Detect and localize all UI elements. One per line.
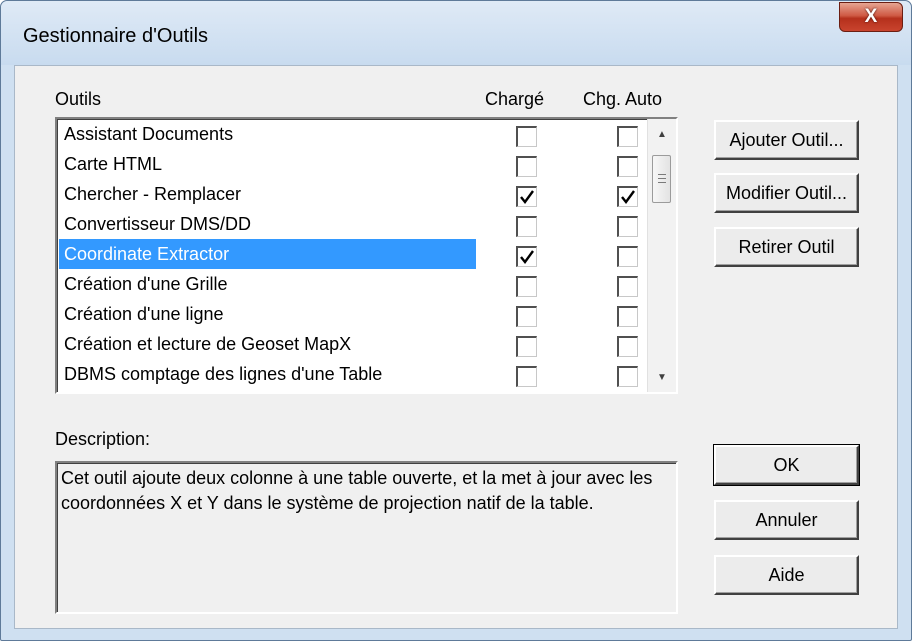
autoload-checkbox[interactable] bbox=[617, 186, 638, 207]
tool-row[interactable]: Chercher - Remplacer bbox=[59, 179, 659, 209]
ok-button[interactable]: OK bbox=[713, 444, 860, 486]
help-button[interactable]: Aide bbox=[714, 555, 859, 595]
tool-name: Création d'une ligne bbox=[64, 304, 224, 324]
tool-name: Création d'une Grille bbox=[64, 274, 228, 294]
tool-name: Carte HTML bbox=[64, 154, 163, 174]
description-label: Description: bbox=[55, 429, 151, 449]
autoload-checkbox[interactable] bbox=[617, 336, 638, 357]
close-button[interactable]: X bbox=[839, 2, 903, 32]
loaded-checkbox[interactable] bbox=[516, 306, 537, 327]
tool-row[interactable]: Création et lecture de Geoset MapX bbox=[59, 329, 659, 359]
modify-tool-button[interactable]: Modifier Outil... bbox=[714, 173, 859, 213]
autoload-checkbox[interactable] bbox=[617, 156, 638, 177]
autoload-checkbox[interactable] bbox=[617, 366, 638, 387]
loaded-checkbox[interactable] bbox=[516, 156, 537, 177]
tool-row[interactable]: DBMS comptage des lignes d'une Table bbox=[59, 359, 659, 389]
loaded-checkbox[interactable] bbox=[516, 126, 537, 147]
loaded-checkbox[interactable] bbox=[516, 216, 537, 237]
tool-name: Coordinate Extractor bbox=[59, 239, 476, 269]
loaded-checkbox[interactable] bbox=[516, 336, 537, 357]
tool-name: Création et lecture de Geoset MapX bbox=[64, 334, 352, 354]
autoload-checkbox[interactable] bbox=[617, 216, 638, 237]
window-title: Gestionnaire d'Outils bbox=[23, 25, 209, 47]
autoload-checkbox[interactable] bbox=[617, 246, 638, 267]
cancel-button[interactable]: Annuler bbox=[714, 500, 859, 540]
tool-name: DBMS comptage des lignes d'une Table bbox=[64, 364, 383, 384]
autoload-checkbox[interactable] bbox=[617, 126, 638, 147]
add-tool-button[interactable]: Ajouter Outil... bbox=[714, 120, 859, 160]
loaded-checkbox[interactable] bbox=[516, 186, 537, 207]
close-icon: X bbox=[864, 6, 878, 27]
tool-row[interactable]: Carte HTML bbox=[59, 149, 659, 179]
list-scrollbar[interactable]: ▲ ▼ bbox=[647, 119, 676, 392]
remove-tool-button[interactable]: Retirer Outil bbox=[714, 227, 859, 267]
loaded-checkbox[interactable] bbox=[516, 246, 537, 267]
tool-row[interactable]: Coordinate Extractor bbox=[59, 239, 659, 269]
loaded-checkbox[interactable] bbox=[516, 276, 537, 297]
scroll-up-arrow-icon[interactable]: ▲ bbox=[648, 123, 676, 145]
tool-row[interactable]: Convertisseur DMS/DD bbox=[59, 209, 659, 239]
tools-column-header: Outils bbox=[55, 89, 102, 109]
tool-name: Assistant Documents bbox=[64, 124, 234, 144]
autoload-checkbox[interactable] bbox=[617, 276, 638, 297]
autoload-column-header: Chg. Auto bbox=[583, 89, 663, 109]
loaded-column-header: Chargé bbox=[485, 89, 545, 109]
scroll-down-arrow-icon[interactable]: ▼ bbox=[648, 366, 676, 388]
loaded-checkbox[interactable] bbox=[516, 366, 537, 387]
title-bar[interactable]: Gestionnaire d'Outils X bbox=[1, 1, 911, 65]
scroll-thumb[interactable] bbox=[652, 155, 671, 203]
description-text: Cet outil ajoute deux colonne à une tabl… bbox=[55, 461, 678, 614]
tool-row[interactable]: Création d'une Grille bbox=[59, 269, 659, 299]
tool-row[interactable]: Création d'une ligne bbox=[59, 299, 659, 329]
tool-row[interactable]: Assistant Documents bbox=[59, 119, 659, 149]
tools-list[interactable]: Assistant Documents Carte HTML Chercher - … bbox=[55, 117, 678, 394]
tool-name: Convertisseur DMS/DD bbox=[64, 214, 252, 234]
tool-name: Chercher - Remplacer bbox=[64, 184, 242, 204]
autoload-checkbox[interactable] bbox=[617, 306, 638, 327]
